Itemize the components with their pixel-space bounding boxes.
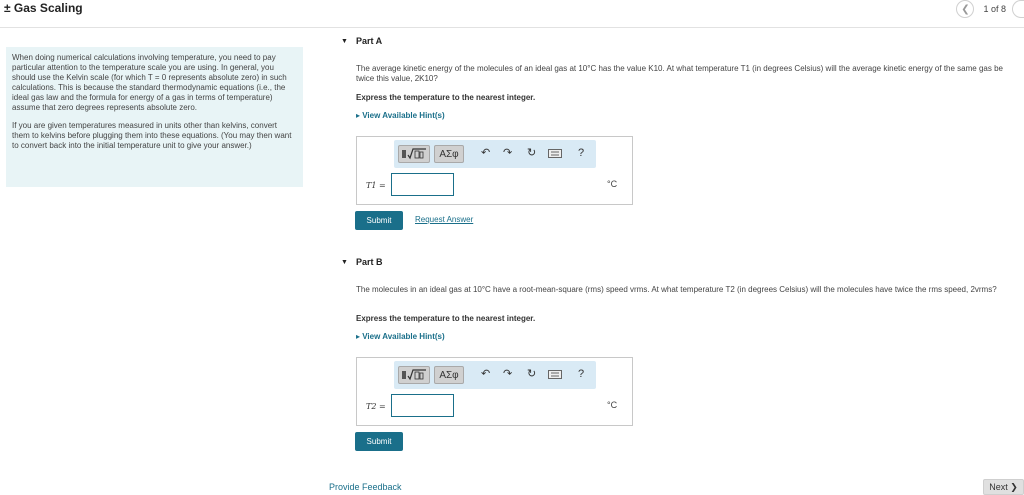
math-toolbar: ΑΣφ ↶ ↷ ↻ ? (394, 361, 596, 389)
part-a-answer-box: ΑΣφ ↶ ↷ ↻ ? T1 = °C (356, 136, 633, 205)
fraction-sqrt-template-icon (402, 369, 426, 381)
unit-celsius: °C (607, 400, 618, 410)
part-b-hint-link[interactable]: ▸ View Available Hint(s) (356, 332, 445, 341)
collapse-triangle-icon: ▼ (341, 258, 348, 266)
part-a-submit-button[interactable]: Submit (355, 211, 403, 230)
part-a-label: Part A (355, 36, 383, 46)
part-a-header[interactable]: ▼ Part A (341, 36, 382, 46)
template-button[interactable] (398, 145, 430, 163)
t1-label: T1 = (366, 181, 386, 190)
template-button[interactable] (398, 366, 430, 384)
redo-arrow-icon[interactable]: ↷ (503, 147, 512, 159)
fraction-sqrt-template-icon (402, 148, 426, 160)
header-divider (0, 27, 1024, 28)
keyboard-icon[interactable] (548, 149, 562, 161)
unit-celsius: °C (607, 179, 618, 189)
undo-arrow-icon[interactable]: ↶ (481, 368, 490, 380)
intro-paragraph-1: When doing numerical calculations involv… (12, 53, 287, 112)
part-b-label: Part B (355, 257, 383, 267)
math-toolbar: ΑΣφ ↶ ↷ ↻ ? (394, 140, 596, 168)
part-b-instruction: Express the temperature to the nearest i… (356, 314, 536, 323)
t2-label: T2 = (366, 402, 386, 411)
page-title: ± Gas Scaling (4, 1, 83, 15)
reset-circle-icon[interactable]: ↻ (527, 147, 536, 159)
page-count: 1 of 8 (983, 4, 1006, 14)
help-button[interactable]: ? (578, 147, 584, 159)
part-a-question: The average kinetic energy of the molecu… (356, 64, 1003, 83)
previous-item-button[interactable]: ❮ (956, 0, 975, 18)
redo-arrow-icon[interactable]: ↷ (503, 368, 512, 380)
part-a-instruction: Express the temperature to the nearest i… (356, 93, 536, 102)
part-b-header[interactable]: ▼ Part B (341, 257, 382, 267)
part-b-answer-box: ΑΣφ ↶ ↷ ↻ ? T2 = °C (356, 357, 633, 426)
intro-paragraph-2: If you are given temperatures measured i… (12, 121, 292, 150)
intro-panel: When doing numerical calculations involv… (6, 47, 303, 187)
reset-circle-icon[interactable]: ↻ (527, 368, 536, 380)
symbols-button[interactable]: ΑΣφ (434, 366, 464, 384)
part-b-question: The molecules in an ideal gas at 10°C ha… (356, 285, 997, 294)
t1-answer-input[interactable] (391, 173, 454, 196)
provide-feedback-link[interactable]: Provide Feedback (329, 482, 402, 492)
collapse-triangle-icon: ▼ (341, 37, 348, 45)
request-answer-link[interactable]: Request Answer (415, 215, 473, 224)
t2-answer-input[interactable] (391, 394, 454, 417)
keyboard-icon[interactable] (548, 370, 562, 382)
undo-arrow-icon[interactable]: ↶ (481, 147, 490, 159)
help-button[interactable]: ? (578, 368, 584, 380)
part-b-submit-button[interactable]: Submit (355, 432, 403, 451)
symbols-button[interactable]: ΑΣφ (434, 145, 464, 163)
next-button[interactable]: Next ❯ (983, 479, 1024, 495)
chevron-left-icon: ❮ (961, 3, 970, 15)
pager: ❮ 1 of 8 (956, 0, 1024, 18)
part-a-hint-link[interactable]: ▸ View Available Hint(s) (356, 111, 445, 120)
next-item-button-edge[interactable] (1012, 0, 1024, 18)
